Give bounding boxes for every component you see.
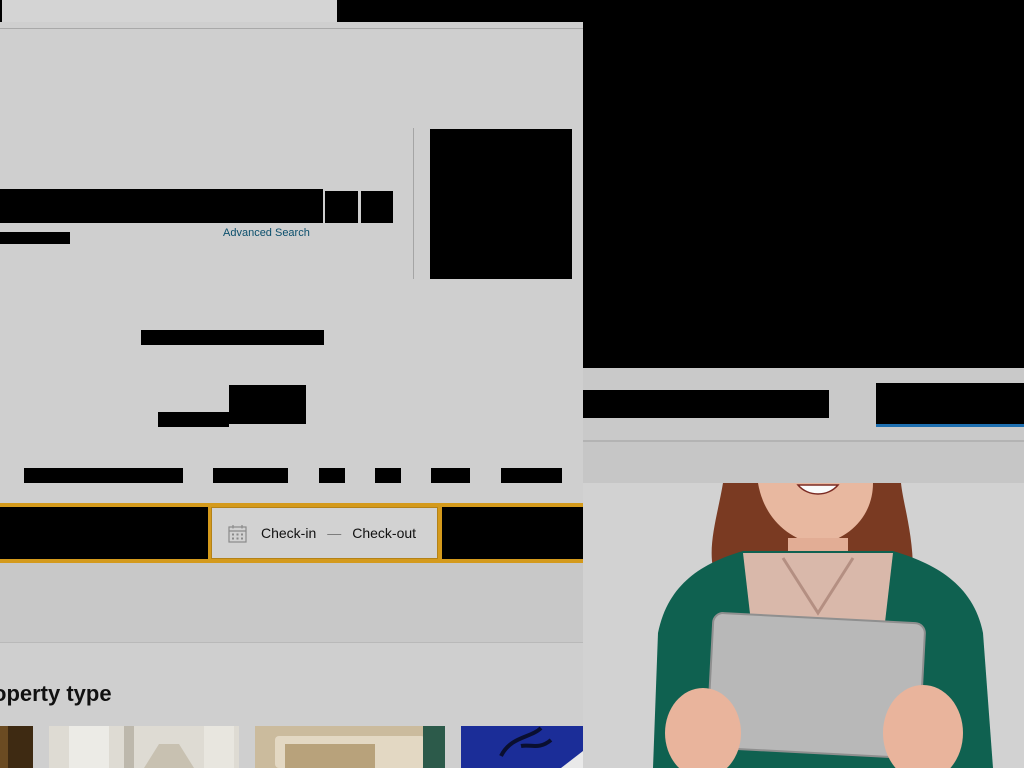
redacted-header-strip [337, 0, 583, 22]
ad-banner[interactable] [430, 129, 572, 279]
redacted-heading [141, 330, 324, 345]
property-image [0, 726, 33, 768]
calendar-icon [228, 524, 247, 543]
destination-field[interactable] [0, 507, 208, 559]
nav-link-1[interactable] [24, 468, 183, 483]
property-image [49, 726, 239, 768]
advanced-search-link[interactable]: Advanced Search [223, 227, 310, 239]
header-divider [0, 28, 583, 29]
main-content-panel [0, 0, 583, 768]
promo-link[interactable] [158, 412, 229, 427]
nav-link-6[interactable] [501, 468, 562, 483]
guests-field[interactable] [442, 507, 583, 559]
right-band [583, 442, 1024, 483]
section-title: operty type [0, 681, 112, 706]
date-range-field[interactable]: Check-in — Check-out [211, 507, 438, 559]
property-type-card[interactable] [0, 726, 33, 768]
checkin-label[interactable]: Check-in [261, 525, 316, 541]
property-image [461, 726, 583, 768]
nav-link-3[interactable] [319, 468, 345, 483]
search-input[interactable] [0, 189, 323, 223]
browser-tab[interactable] [0, 0, 337, 22]
redacted-video-area [583, 0, 1024, 368]
nav-link-4[interactable] [375, 468, 401, 483]
info-band [0, 563, 583, 643]
checkout-label[interactable]: Check-out [352, 525, 416, 541]
nav-link-5[interactable] [431, 468, 470, 483]
hero-image [583, 483, 1024, 768]
nav-link-2[interactable] [213, 468, 288, 483]
search-option-button[interactable] [361, 191, 393, 223]
property-type-card[interactable] [461, 726, 583, 768]
date-separator: — [327, 525, 342, 541]
search-button[interactable] [325, 191, 358, 223]
property-type-card[interactable] [49, 726, 239, 768]
right-text-bar [583, 390, 829, 418]
search-sub-link[interactable] [0, 232, 70, 244]
promo-logo[interactable] [229, 385, 306, 424]
property-type-card[interactable] [255, 726, 445, 768]
right-action-button[interactable] [876, 383, 1024, 427]
property-image [255, 726, 445, 768]
woman-with-tablet-image [583, 483, 1024, 768]
vertical-divider [413, 128, 414, 279]
